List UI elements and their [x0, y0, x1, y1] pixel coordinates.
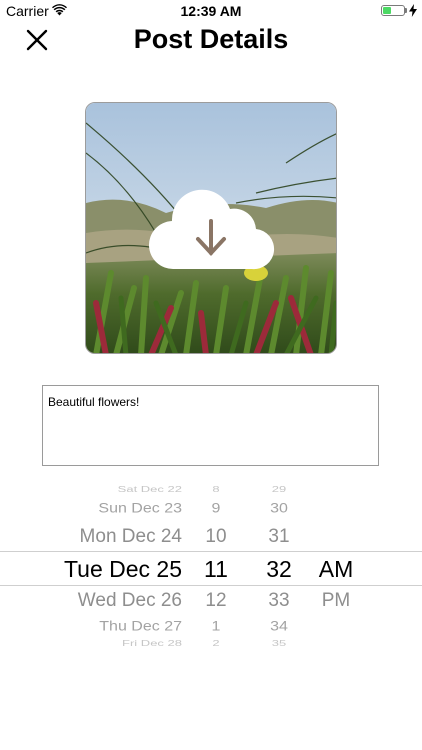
- picker-date[interactable]: Wed Dec 26: [78, 590, 182, 612]
- picker-minute[interactable]: 31: [262, 526, 296, 548]
- picker-hour[interactable]: 10: [200, 526, 232, 548]
- picker-row[interactable]: Fri Dec 28 2 35: [0, 480, 422, 648]
- picker-minute[interactable]: 34: [262, 619, 296, 635]
- picker-hour[interactable]: 2: [200, 639, 232, 648]
- cloud-download-icon[interactable]: [146, 183, 276, 275]
- post-image[interactable]: [85, 102, 337, 354]
- battery-cap: [405, 8, 407, 13]
- status-time: 12:39 AM: [180, 3, 242, 19]
- charging-bolt-icon: [409, 4, 417, 17]
- picker-date[interactable]: Tue Dec 25: [64, 556, 182, 583]
- battery-level: [383, 7, 391, 14]
- picker-minute[interactable]: 33: [262, 590, 296, 612]
- date-time-picker[interactable]: Sat Dec 22 8 29 Sun Dec 23 9 30 Mon Dec 24 10 31…: [0, 480, 422, 655]
- picker-date[interactable]: Thu Dec 27: [99, 619, 182, 635]
- picker-hour[interactable]: 1: [200, 619, 232, 635]
- picker-date[interactable]: Mon Dec 24: [80, 526, 182, 548]
- picker-minute[interactable]: 35: [262, 639, 296, 648]
- picker-ampm[interactable]: AM: [314, 556, 358, 583]
- battery-icon: [381, 5, 405, 16]
- page-title: Post Details: [133, 24, 289, 54]
- picker-hour[interactable]: 12: [200, 590, 232, 612]
- picker-hour[interactable]: 11: [200, 556, 232, 583]
- picker-minute[interactable]: 32: [262, 556, 296, 583]
- picker-date[interactable]: Fri Dec 28: [122, 639, 182, 648]
- status-bar: Carrier 12:39 AM: [0, 0, 422, 22]
- caption-field[interactable]: Beautiful flowers!: [42, 385, 379, 466]
- picker-ampm[interactable]: PM: [314, 590, 358, 612]
